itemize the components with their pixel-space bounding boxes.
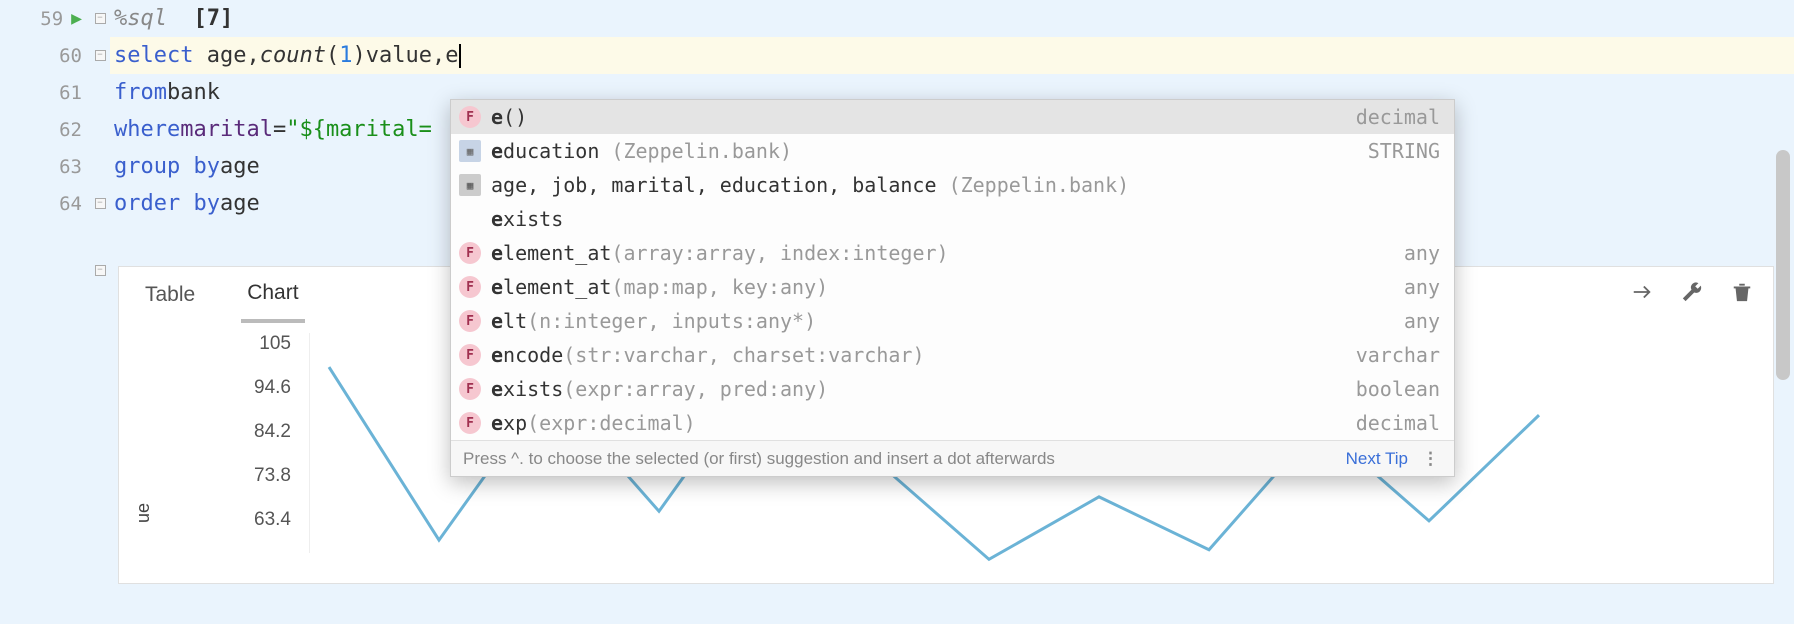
- line-number: 59: [40, 8, 63, 30]
- fold-marker-icon[interactable]: −: [95, 198, 106, 209]
- gutter-line: 63: [0, 148, 90, 185]
- vertical-scrollbar[interactable]: [1774, 0, 1792, 624]
- y-tick: 63.4: [254, 509, 291, 531]
- function-icon: F: [459, 378, 481, 400]
- more-icon[interactable]: ⋮: [1422, 449, 1440, 469]
- blank-icon: [459, 208, 481, 230]
- autocomplete-label: encode(str:varchar, charset:varchar): [491, 343, 1344, 367]
- fold-marker-icon[interactable]: −: [95, 265, 106, 276]
- autocomplete-label: exists: [491, 207, 1440, 231]
- autocomplete-type: any: [1404, 309, 1440, 333]
- y-tick: 94.6: [254, 377, 291, 399]
- line-number: 62: [59, 119, 82, 141]
- text-cursor: [459, 44, 461, 68]
- trash-icon[interactable]: [1731, 281, 1753, 309]
- autocomplete-type: any: [1404, 275, 1440, 299]
- autocomplete-item[interactable]: ▦ education (Zeppelin.bank) STRING: [451, 134, 1454, 168]
- autocomplete-item[interactable]: Felement_at(map:map, key:any) any: [451, 270, 1454, 304]
- autocomplete-item[interactable]: Fe() decimal: [451, 100, 1454, 134]
- autocomplete-item[interactable]: exists: [451, 202, 1454, 236]
- tab-chart[interactable]: Chart: [241, 267, 304, 323]
- gutter-line: 59 ▶: [0, 0, 90, 37]
- line-number: 64: [59, 193, 82, 215]
- code-line-active[interactable]: select age , count ( 1 ) value , e: [110, 37, 1794, 74]
- autocomplete-label: element_at(map:map, key:any): [491, 275, 1392, 299]
- fold-marker-icon[interactable]: −: [95, 50, 106, 61]
- fold-marker-icon[interactable]: −: [95, 13, 106, 24]
- function-icon: F: [459, 344, 481, 366]
- autocomplete-type: any: [1404, 241, 1440, 265]
- output-toolbar: [1631, 281, 1753, 309]
- cell-number: [7]: [193, 6, 233, 31]
- autocomplete-item[interactable]: Fexp(expr:decimal) decimal: [451, 406, 1454, 440]
- footer-hint: Press ^. to choose the selected (or firs…: [463, 449, 1346, 469]
- autocomplete-type: decimal: [1356, 105, 1440, 129]
- y-tick: 84.2: [254, 421, 291, 443]
- autocomplete-item[interactable]: Fexists(expr:array, pred:any) boolean: [451, 372, 1454, 406]
- function-icon: F: [459, 106, 481, 128]
- run-cell-icon[interactable]: ▶: [71, 8, 82, 29]
- settings-icon[interactable]: [1631, 281, 1653, 309]
- autocomplete-type: boolean: [1356, 377, 1440, 401]
- function-icon: F: [459, 276, 481, 298]
- autocomplete-item[interactable]: Fencode(str:varchar, charset:varchar) var…: [451, 338, 1454, 372]
- autocomplete-label: exp(expr:decimal): [491, 411, 1344, 435]
- autocomplete-label: exists(expr:array, pred:any): [491, 377, 1344, 401]
- wrench-icon[interactable]: [1681, 281, 1703, 309]
- magic-directive: %sql: [114, 6, 167, 31]
- y-tick: 73.8: [254, 465, 291, 487]
- autocomplete-label: e(): [491, 105, 1344, 129]
- autocomplete-item[interactable]: ▦ age, job, marital, education, balance (…: [451, 168, 1454, 202]
- line-gutter: 59 ▶ 60 61 62 63 64: [0, 0, 90, 624]
- gutter-line: 60: [0, 37, 90, 74]
- gutter-line: 61: [0, 74, 90, 111]
- autocomplete-type: decimal: [1356, 411, 1440, 435]
- tab-table[interactable]: Table: [139, 269, 201, 321]
- line-number: 60: [59, 45, 82, 67]
- function-icon: F: [459, 242, 481, 264]
- y-tick: 105: [259, 333, 291, 355]
- scrollbar-thumb[interactable]: [1776, 150, 1790, 380]
- autocomplete-label: age, job, marital, education, balance (Z…: [491, 173, 1440, 197]
- table-icon: ▦: [459, 174, 481, 196]
- autocomplete-label: element_at(array:array, index:integer): [491, 241, 1392, 265]
- autocomplete-footer: Press ^. to choose the selected (or firs…: [451, 440, 1454, 476]
- next-tip-link[interactable]: Next Tip: [1346, 449, 1408, 469]
- autocomplete-item[interactable]: Felt(n:integer, inputs:any*) any: [451, 304, 1454, 338]
- line-number: 61: [59, 82, 82, 104]
- line-number: 63: [59, 156, 82, 178]
- code-line[interactable]: %sql [7]: [110, 0, 1794, 37]
- autocomplete-type: varchar: [1356, 343, 1440, 367]
- gutter-line: 62: [0, 111, 90, 148]
- function-icon: F: [459, 412, 481, 434]
- function-icon: F: [459, 310, 481, 332]
- fold-column: − − − −: [90, 0, 110, 624]
- autocomplete-label: elt(n:integer, inputs:any*): [491, 309, 1392, 333]
- autocomplete-type: STRING: [1368, 139, 1440, 163]
- chart-y-label: ue: [133, 503, 154, 523]
- autocomplete-label: education (Zeppelin.bank): [491, 139, 1356, 163]
- column-icon: ▦: [459, 140, 481, 162]
- autocomplete-item[interactable]: Felement_at(array:array, index:integer) a…: [451, 236, 1454, 270]
- gutter-line: 64: [0, 185, 90, 222]
- autocomplete-popup: Fe() decimal ▦ education (Zeppelin.bank) STR…: [450, 99, 1455, 477]
